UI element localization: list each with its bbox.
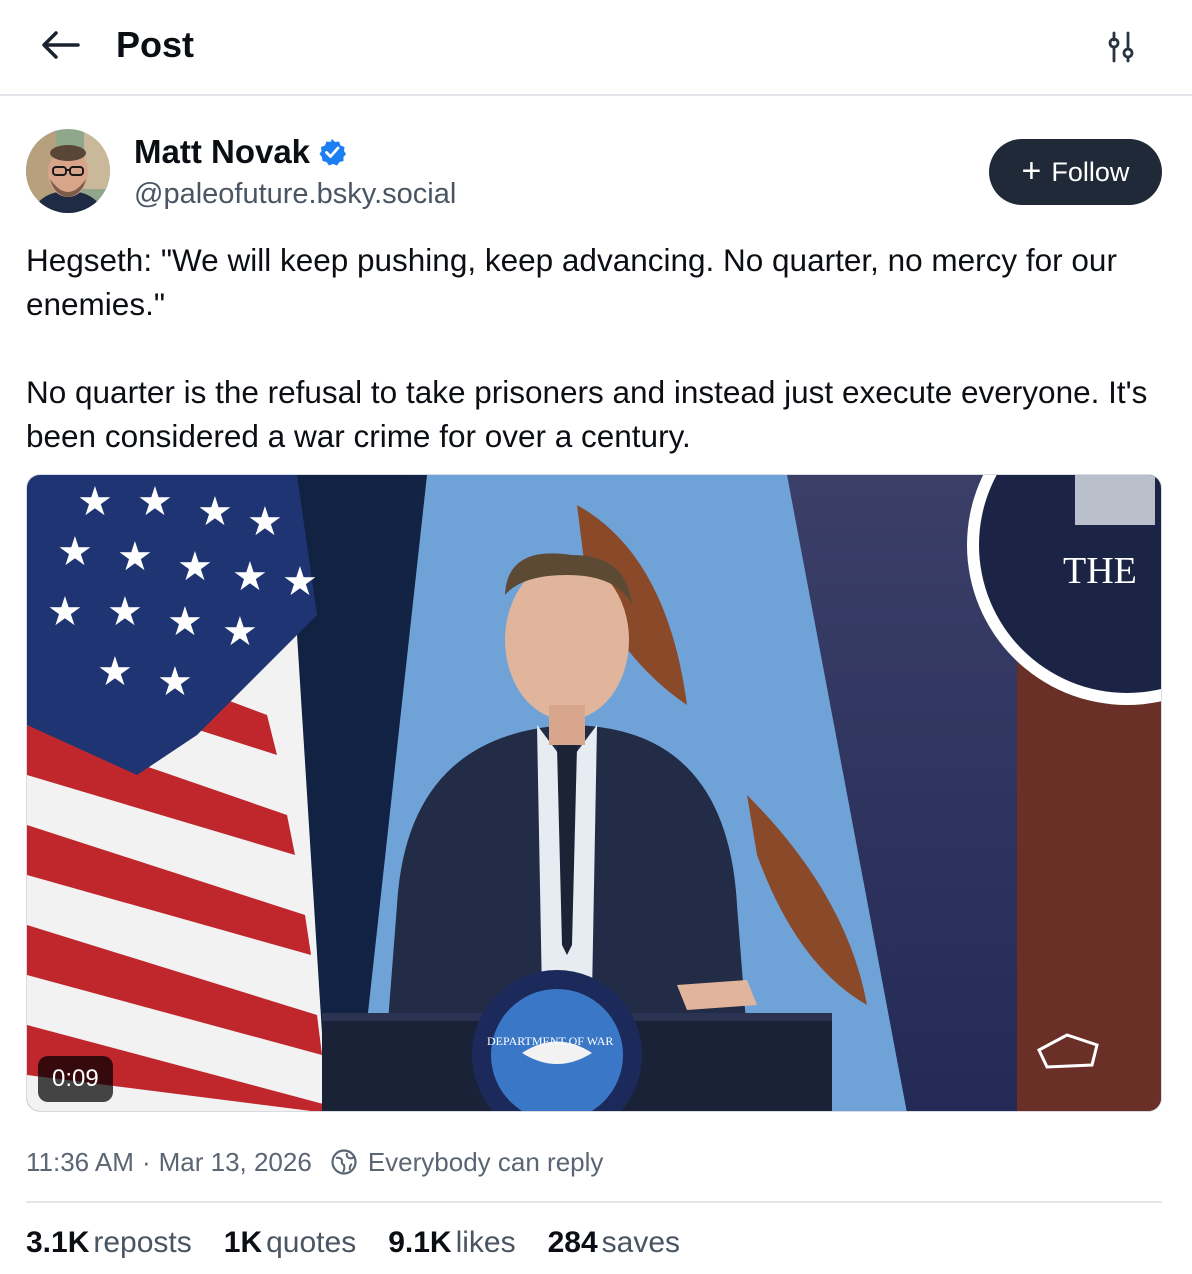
follow-label: Follow xyxy=(1051,156,1130,187)
post-meta: 11:36 AM · Mar 13, 2026 Everybody can re… xyxy=(26,1142,603,1182)
avatar[interactable] xyxy=(26,129,110,213)
sliders-icon xyxy=(1108,31,1134,63)
svg-text:★: ★ xyxy=(157,659,193,705)
video-duration: 0:09 xyxy=(38,1056,113,1102)
svg-text:★: ★ xyxy=(177,544,213,590)
post-paragraph: Hegseth: "We will keep pushing, keep adv… xyxy=(26,242,1117,322)
follow-button[interactable]: + Follow xyxy=(989,139,1162,205)
post-paragraph: No quarter is the refusal to take prison… xyxy=(26,374,1148,454)
reply-settings[interactable]: Everybody can reply xyxy=(330,1142,604,1182)
video-player[interactable]: THE ★ ★ ★ ★ ★ ★ ★ ★ ★ ★ ★ ★ ★ ★ ★ DEPART… xyxy=(26,474,1162,1112)
engagement-stats: 3.1K reposts 1K quotes 9.1K likes 284 saves xyxy=(26,1222,680,1264)
svg-text:★: ★ xyxy=(232,554,268,600)
video-thumbnail: THE ★ ★ ★ ★ ★ ★ ★ ★ ★ ★ ★ ★ ★ ★ ★ DEPART… xyxy=(27,475,1161,1111)
svg-text:★: ★ xyxy=(57,529,93,575)
svg-text:★: ★ xyxy=(197,489,233,535)
post-body: Hegseth: "We will keep pushing, keep adv… xyxy=(26,238,1166,458)
svg-text:★: ★ xyxy=(247,499,283,545)
svg-text:★: ★ xyxy=(167,599,203,645)
svg-text:★: ★ xyxy=(137,479,173,525)
globe-icon xyxy=(331,1149,357,1175)
arrow-left-icon xyxy=(42,31,80,59)
svg-text:★: ★ xyxy=(107,589,143,635)
author-name[interactable]: Matt Novak xyxy=(134,131,347,173)
meta-separator: · xyxy=(141,1147,151,1177)
post-date: Mar 13, 2026 xyxy=(158,1147,312,1177)
thread-settings-button[interactable] xyxy=(1098,24,1144,70)
author-handle[interactable]: @paleofuture.bsky.social xyxy=(134,174,456,214)
likes-stat[interactable]: 9.1K likes xyxy=(388,1222,515,1264)
top-bar: Post xyxy=(0,0,1192,96)
svg-text:★: ★ xyxy=(77,479,113,525)
svg-text:★: ★ xyxy=(282,559,318,605)
back-button[interactable] xyxy=(34,22,86,68)
svg-text:★: ★ xyxy=(117,534,153,580)
divider xyxy=(26,1201,1162,1203)
verified-check-icon xyxy=(319,139,347,166)
reposts-stat[interactable]: 3.1K reposts xyxy=(26,1222,192,1264)
page-title: Post xyxy=(116,24,195,65)
reply-setting-label: Everybody can reply xyxy=(367,1147,604,1177)
saves-stat[interactable]: 284 saves xyxy=(548,1222,680,1264)
plus-icon: + xyxy=(1021,151,1042,190)
svg-text:★: ★ xyxy=(97,649,133,695)
svg-text:★: ★ xyxy=(222,609,258,655)
quotes-stat[interactable]: 1K quotes xyxy=(224,1222,356,1264)
author-display-name: Matt Novak xyxy=(134,133,311,170)
svg-text:★: ★ xyxy=(47,589,83,635)
podium-seal-text: DEPARTMENT OF WAR xyxy=(487,1034,613,1048)
post-time: 11:36 AM xyxy=(26,1147,134,1177)
backdrop-text: THE xyxy=(1063,550,1137,592)
